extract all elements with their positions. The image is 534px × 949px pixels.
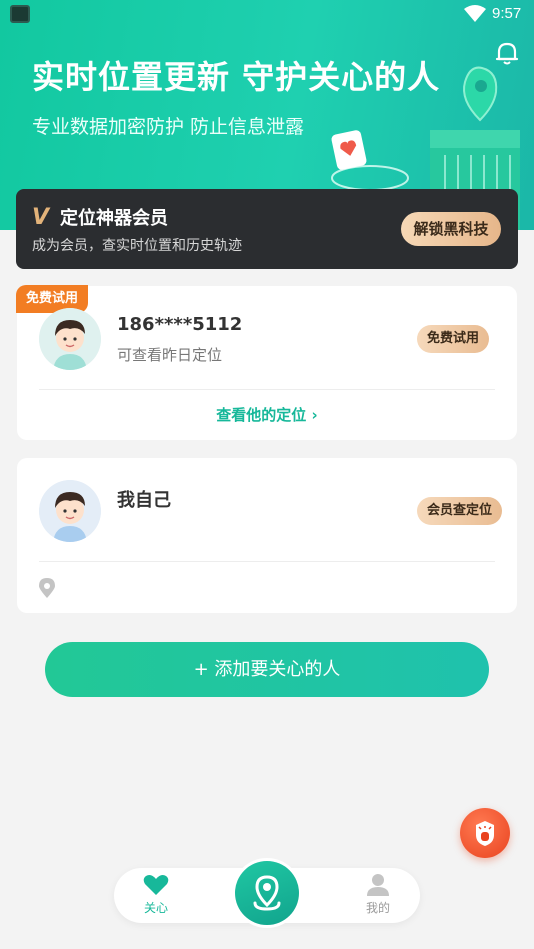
free-trial-button[interactable]: 免费试用	[417, 325, 490, 353]
banner-subline: 专业数据加密防护 防止信息泄露	[32, 116, 305, 138]
user-icon	[367, 874, 389, 896]
nav-label-care: 关心	[143, 901, 168, 915]
status-time: 9:57	[492, 5, 522, 22]
view-location-link[interactable]: 查看他的定位 ›	[17, 404, 517, 425]
contact-name: 186****5112	[117, 314, 243, 335]
avatar	[39, 480, 101, 542]
alarm-button[interactable]	[460, 808, 510, 858]
unlock-button[interactable]: 解锁黑科技	[401, 212, 501, 246]
member-locate-button[interactable]: 会员查定位	[417, 497, 503, 525]
contact-card[interactable]: 免费试用 186****5112 可查看昨日定位 免费试用 查看他的定位 ›	[16, 285, 517, 440]
status-bar: 9:57	[0, 0, 534, 28]
locate-circle	[235, 861, 299, 925]
boy-avatar-icon	[39, 480, 101, 542]
nav-center-locate-button[interactable]	[232, 858, 302, 928]
avatar	[39, 308, 101, 370]
vip-logo: V	[32, 205, 50, 230]
contact-name: 我自己	[117, 490, 171, 511]
wifi-icon	[464, 5, 486, 22]
add-person-button[interactable]: + 添加要关心的人	[45, 642, 489, 697]
divider	[39, 389, 495, 390]
location-pin-icon	[253, 875, 281, 911]
self-card[interactable]: 我自己 会员查定位	[17, 458, 517, 613]
alarm-icon	[476, 821, 494, 846]
vip-title: 定位神器会员	[60, 208, 168, 229]
vip-membership-bar[interactable]: V 定位神器会员 成为会员，查实时位置和历史轨迹 解锁黑科技	[16, 189, 518, 269]
app-notification-icon	[10, 5, 30, 23]
contact-description: 可查看昨日定位	[117, 346, 223, 364]
nav-label-mine: 我的	[365, 901, 390, 915]
divider	[39, 561, 495, 562]
vip-subtitle: 成为会员，查实时位置和历史轨迹	[32, 238, 242, 254]
nav-item-care[interactable]: 关心	[126, 874, 186, 916]
boy-avatar-icon	[39, 308, 101, 370]
heart-icon	[143, 875, 169, 895]
location-pin-icon	[39, 578, 55, 598]
nav-item-mine[interactable]: 我的	[348, 874, 408, 916]
